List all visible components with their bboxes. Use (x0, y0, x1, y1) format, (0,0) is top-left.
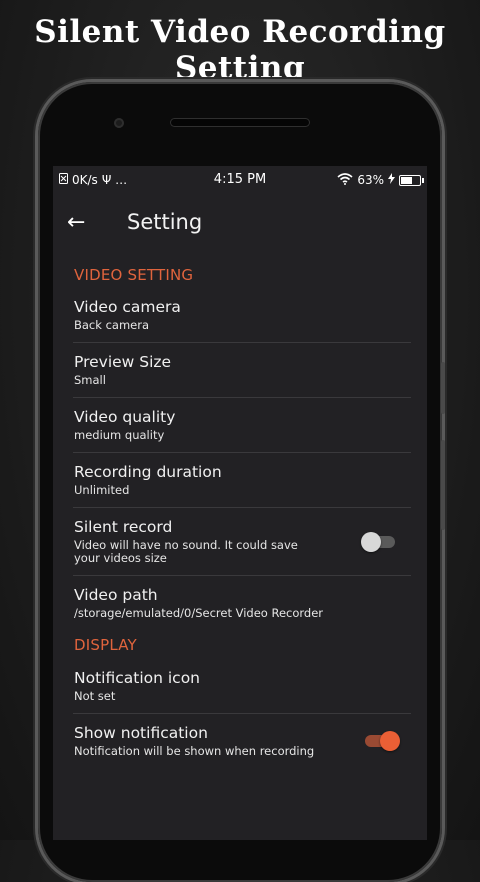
toggle-knob (361, 531, 381, 552)
setting-subtitle: Back camera (74, 318, 149, 332)
setting-notification-icon[interactable]: Notification icon Not set (73, 658, 411, 714)
battery-icon (399, 174, 424, 186)
section-header-video: VIDEO SETTING (74, 266, 194, 284)
section-header-display: DISPLAY (74, 636, 137, 654)
setting-video-path[interactable]: Video path /storage/emulated/0/Secret Vi… (73, 576, 411, 630)
setting-subtitle: /storage/emulated/0/Secret Video Recorde… (74, 606, 324, 620)
setting-preview-size[interactable]: Preview Size Small (73, 343, 411, 398)
earpiece-speaker (170, 118, 310, 127)
banner-title: Silent Video Recording Setting (34, 14, 446, 86)
toolbar: ← Setting (53, 194, 427, 250)
power-button (441, 362, 445, 414)
setting-title: Video camera (74, 298, 181, 316)
show-notification-toggle[interactable] (365, 731, 400, 751)
setting-subtitle: medium quality (74, 428, 165, 442)
setting-title: Preview Size (74, 353, 172, 371)
setting-subtitle: Small (74, 373, 106, 387)
status-time: 4:15 PM (213, 172, 267, 187)
page-title: Setting (127, 210, 203, 234)
setting-silent-record[interactable]: Silent record Video will have no sound. … (73, 508, 411, 576)
front-camera (114, 118, 124, 128)
back-arrow-icon[interactable]: ← (67, 210, 107, 235)
battery-level (401, 176, 412, 184)
setting-subtitle: Not set (74, 689, 116, 703)
silent-record-toggle[interactable] (361, 531, 395, 552)
setting-title: Video path (74, 586, 158, 604)
app-screen: 0K/s Ψ … 4:15 PM 63% ← Setting VIDEO SET… (53, 166, 427, 840)
setting-title: Silent record (74, 518, 173, 536)
setting-recording-duration[interactable]: Recording duration Unlimited (73, 453, 411, 508)
setting-title: Notification icon (74, 669, 200, 687)
toggle-knob (380, 731, 400, 751)
setting-video-camera[interactable]: Video camera Back camera (73, 288, 411, 343)
setting-title: Video quality (74, 408, 176, 426)
volume-button (441, 440, 445, 530)
setting-subtitle: Notification will be shown when recordin… (74, 744, 315, 758)
setting-show-notification[interactable]: Show notification Notification will be s… (73, 714, 411, 768)
status-bar: 0K/s Ψ … 4:15 PM 63% (53, 166, 427, 194)
setting-title: Show notification (74, 724, 208, 742)
setting-title: Recording duration (74, 463, 222, 481)
setting-video-quality[interactable]: Video quality medium quality (73, 398, 411, 453)
setting-subtitle: Unlimited (74, 483, 130, 497)
